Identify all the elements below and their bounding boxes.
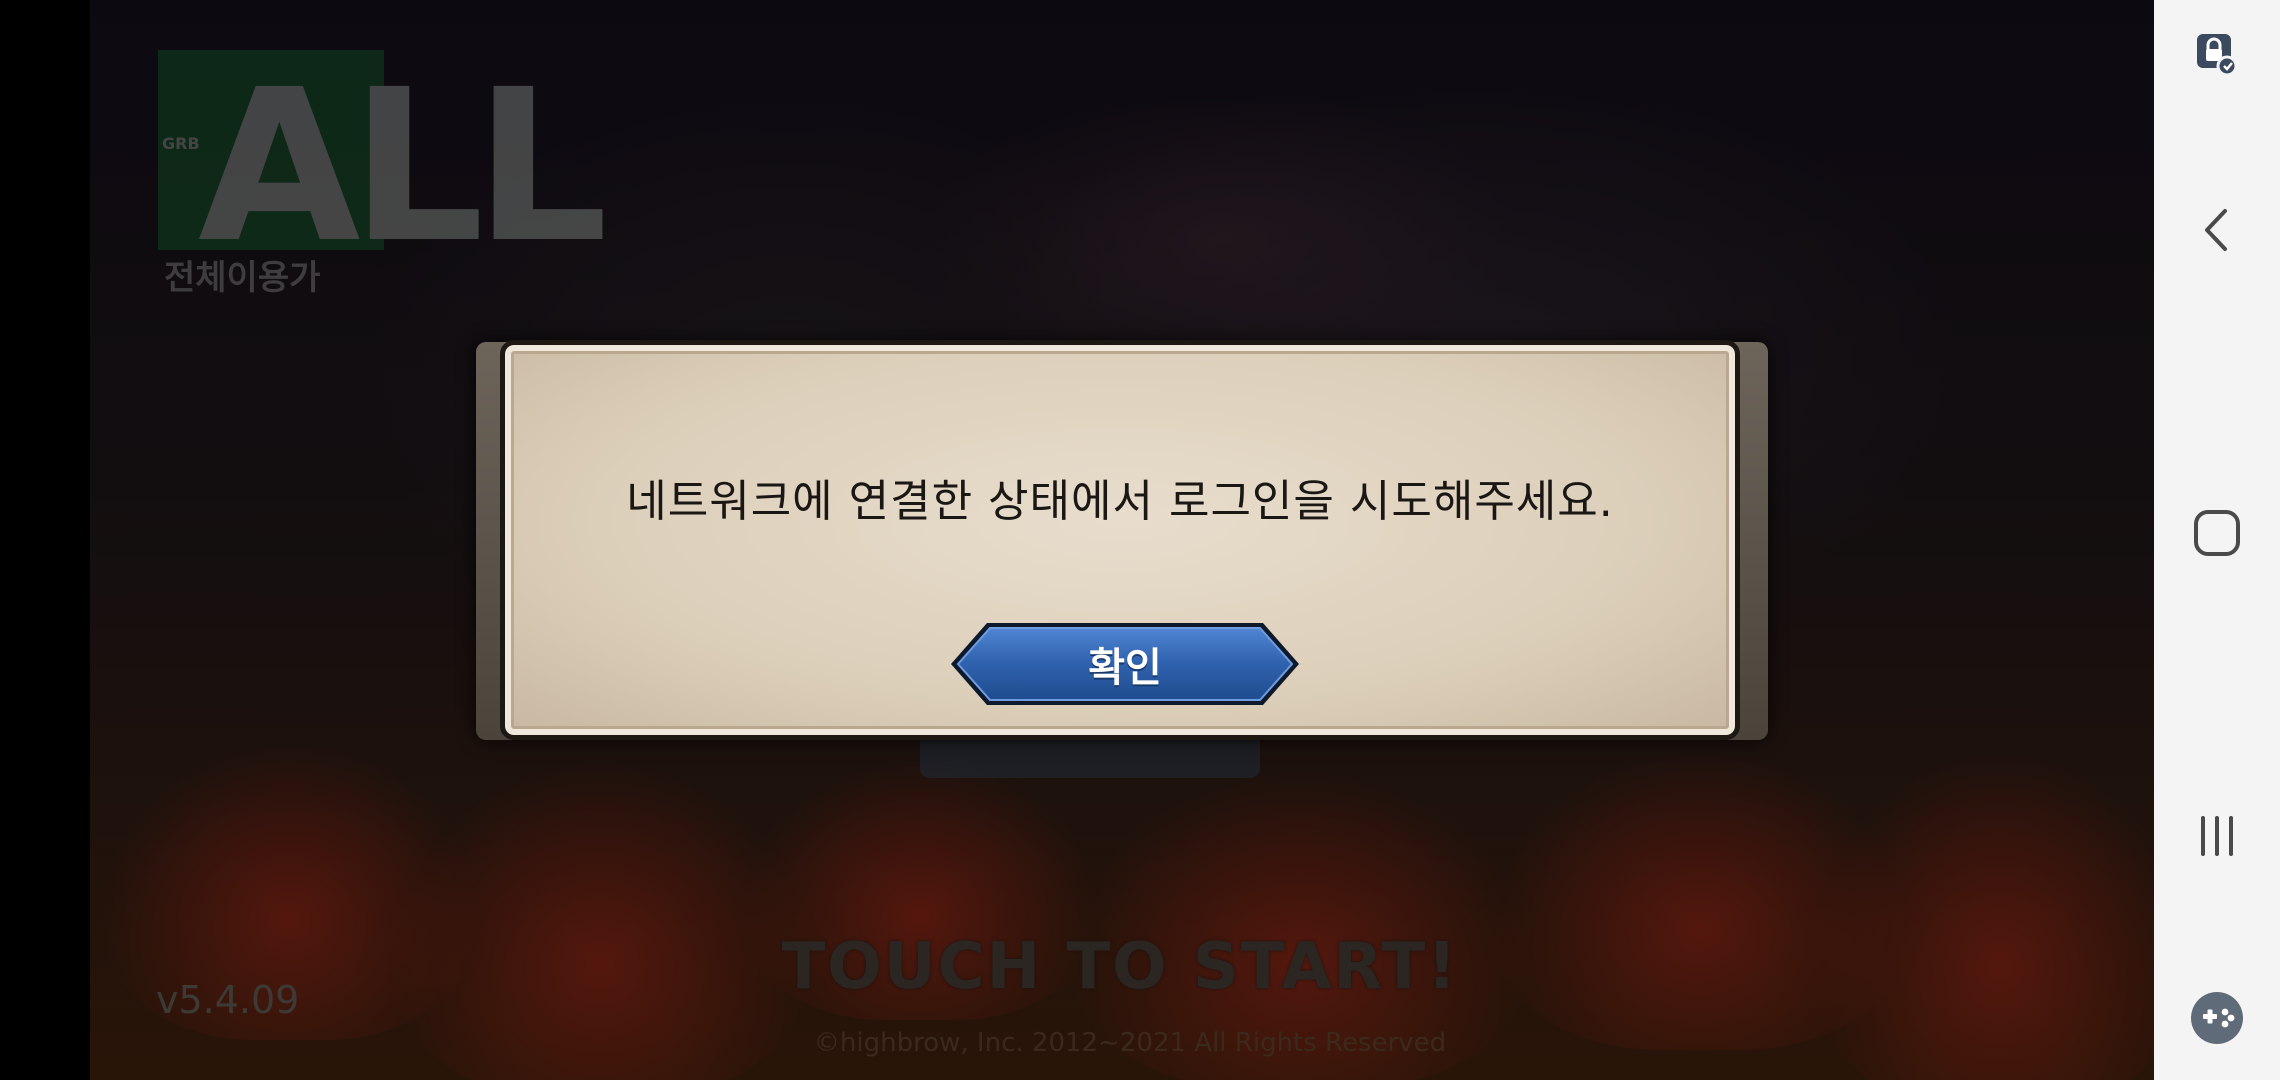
home-button[interactable] — [2177, 495, 2257, 575]
age-rating-label: 전체이용가 — [164, 258, 321, 298]
touch-lock-button[interactable] — [2177, 16, 2257, 96]
home-icon — [2192, 508, 2242, 562]
back-icon — [2197, 205, 2237, 259]
game-screen[interactable]: GRB ALL 전체이용가 v5.4.09 TOUCH TO START! ©h… — [0, 0, 2154, 1080]
confirm-button[interactable]: 확인 — [949, 621, 1301, 707]
system-navigation-bar — [2154, 0, 2280, 1080]
rating-badge-small-text: GRB — [162, 134, 200, 153]
confirm-button-label: 확인 — [1088, 645, 1162, 691]
age-rating-badge: GRB ALL 전체이용가 — [158, 44, 608, 298]
game-tools-icon — [2189, 990, 2245, 1050]
game-tools-button[interactable] — [2177, 980, 2257, 1060]
network-error-dialog: 네트워크에 연결한 상태에서 로그인을 시도해주세요. 확인 — [500, 340, 1740, 740]
version-label: v5.4.09 — [156, 978, 300, 1022]
touch-lock-icon — [2189, 26, 2245, 86]
touch-to-start-text: TOUCH TO START! — [781, 930, 1459, 1004]
back-button[interactable] — [2177, 192, 2257, 272]
dialog-message: 네트워크에 연결한 상태에서 로그인을 시도해주세요. — [626, 476, 1614, 527]
recents-button[interactable] — [2177, 798, 2257, 878]
recents-icon — [2195, 814, 2239, 862]
rating-badge-box: GRB ALL — [158, 44, 608, 289]
copyright-text: ©highbrow, Inc. 2012~2021 All Rights Res… — [813, 1028, 1447, 1058]
